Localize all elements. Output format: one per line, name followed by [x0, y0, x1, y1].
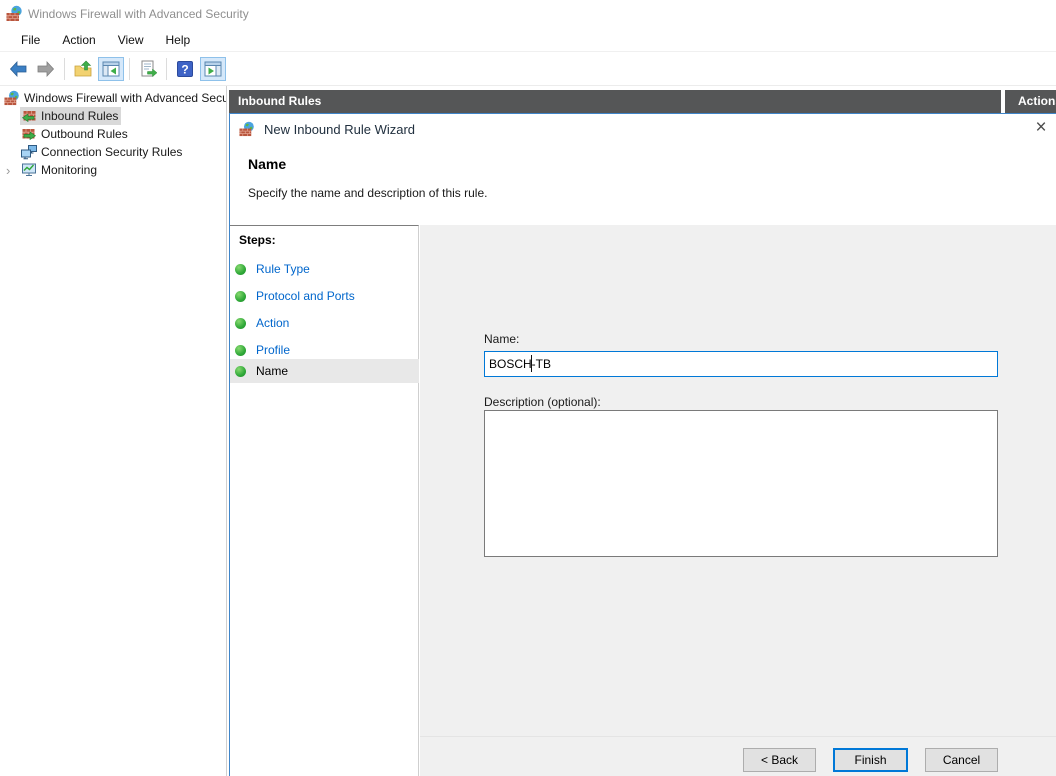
- back-button[interactable]: < Back: [743, 748, 816, 772]
- step-item-protocol-and-ports[interactable]: Protocol and Ports: [230, 284, 419, 308]
- toolbar: ?: [0, 53, 1056, 86]
- back-button[interactable]: [5, 57, 31, 81]
- firewall-icon: [4, 90, 20, 106]
- menu-item-file[interactable]: File: [10, 30, 51, 50]
- menubar: File Action View Help: [0, 28, 1056, 52]
- step-item-action[interactable]: Action: [230, 311, 419, 335]
- forward-arrow-icon: [36, 59, 56, 79]
- tree-item-root[interactable]: Windows Firewall with Advanced Security: [3, 89, 227, 107]
- tree-item-label: Inbound Rules: [41, 109, 118, 123]
- step-item-name[interactable]: Name: [230, 359, 419, 383]
- window-titlebar: Windows Firewall with Advanced Security: [0, 0, 1056, 28]
- tree-item-label: Monitoring: [41, 163, 97, 177]
- toolbar-separator: [64, 58, 65, 80]
- window-title: Windows Firewall with Advanced Security: [28, 7, 249, 21]
- tree-item-label: Outbound Rules: [41, 127, 128, 141]
- firewall-icon: [239, 121, 255, 137]
- export-list-icon: [138, 59, 158, 79]
- inbound-rules-icon: [21, 108, 37, 124]
- step-item-rule-type[interactable]: Rule Type: [230, 257, 419, 281]
- step-done-bullet-icon: [235, 345, 246, 356]
- step-done-bullet-icon: [235, 291, 246, 302]
- inbound-rules-pane-header: Inbound Rules: [229, 90, 1001, 113]
- application-window: Windows Firewall with Advanced Security …: [0, 0, 1056, 776]
- tree-item-label: Connection Security Rules: [41, 145, 182, 159]
- menu-item-help[interactable]: Help: [155, 30, 202, 50]
- new-inbound-rule-wizard-dialog: New Inbound Rule Wizard × Name Specify t…: [229, 113, 1056, 776]
- tree-item-outbound-rules[interactable]: Outbound Rules: [20, 125, 131, 143]
- cancel-button[interactable]: Cancel: [925, 748, 998, 772]
- console-tree-toggle-button[interactable]: [98, 57, 124, 81]
- toolbar-separator: [129, 58, 130, 80]
- tree-item-connection-security-rules[interactable]: Connection Security Rules: [20, 143, 185, 161]
- step-done-bullet-icon: [235, 366, 246, 377]
- actions-pane-header: Actions: [1005, 90, 1056, 113]
- expand-chevron-icon[interactable]: ›: [6, 162, 18, 180]
- toolbar-separator: [166, 58, 167, 80]
- help-button[interactable]: ?: [172, 57, 198, 81]
- tree-item-monitoring[interactable]: Monitoring: [20, 161, 100, 179]
- page-heading: Name: [248, 156, 286, 172]
- svg-text:?: ?: [181, 63, 188, 77]
- wizard-titlebar: New Inbound Rule Wizard ×: [230, 114, 1056, 145]
- up-folder-icon: [73, 59, 93, 79]
- name-input[interactable]: [484, 351, 998, 377]
- connection-security-icon: [21, 144, 37, 160]
- step-done-bullet-icon: [235, 318, 246, 329]
- close-icon: ×: [1035, 117, 1046, 138]
- close-button[interactable]: ×: [1030, 116, 1052, 140]
- tree-item-inbound-rules[interactable]: Inbound Rules: [20, 107, 121, 125]
- outbound-rules-icon: [21, 126, 37, 142]
- monitoring-icon: [21, 162, 37, 178]
- console-tree: Windows Firewall with Advanced Security …: [0, 86, 227, 776]
- action-pane-toggle-icon: [203, 59, 223, 79]
- firewall-app-icon: [6, 5, 23, 22]
- steps-panel: Steps: Rule Type Protocol and Ports Acti…: [230, 225, 419, 776]
- wizard-title: New Inbound Rule Wizard: [264, 122, 415, 137]
- help-icon: ?: [175, 59, 195, 79]
- name-label: Name:: [484, 332, 519, 346]
- forward-button[interactable]: [33, 57, 59, 81]
- menu-item-action[interactable]: Action: [51, 30, 106, 50]
- export-list-button[interactable]: [135, 57, 161, 81]
- tree-item-root-label: Windows Firewall with Advanced Security: [24, 91, 227, 105]
- text-caret: [531, 355, 532, 372]
- footer-separator: [420, 736, 1056, 737]
- steps-title: Steps:: [239, 233, 276, 247]
- page-subtitle: Specify the name and description of this…: [248, 186, 487, 200]
- console-tree-toggle-icon: [101, 59, 121, 79]
- back-arrow-icon: [8, 59, 28, 79]
- step-done-bullet-icon: [235, 264, 246, 275]
- finish-button[interactable]: Finish: [833, 748, 908, 772]
- up-folder-button[interactable]: [70, 57, 96, 81]
- action-pane-toggle-button[interactable]: [200, 57, 226, 81]
- description-label: Description (optional):: [484, 395, 601, 409]
- menu-item-view[interactable]: View: [107, 30, 155, 50]
- description-textarea[interactable]: [484, 410, 998, 557]
